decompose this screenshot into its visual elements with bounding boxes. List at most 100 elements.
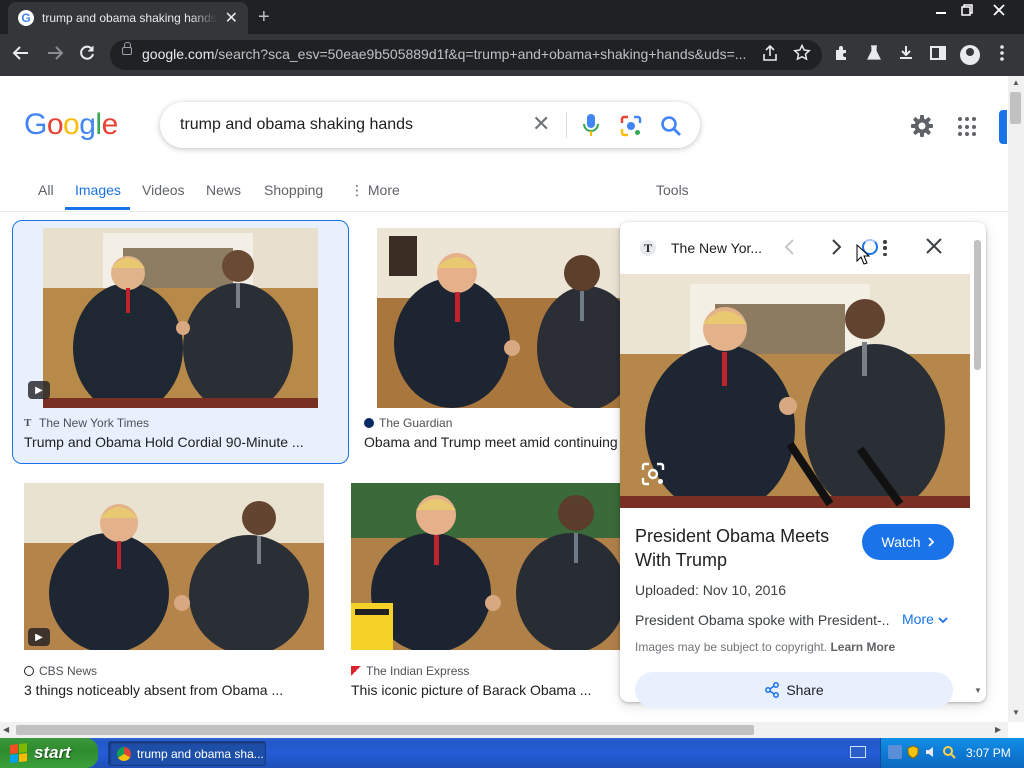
reload-button[interactable] [78,44,96,66]
result-source[interactable]: T The New York Times [24,416,149,430]
watch-button[interactable]: Watch [862,524,954,560]
download-icon[interactable] [896,44,916,67]
result-title[interactable]: Obama and Trump meet amid continuing [364,434,620,450]
network-icon[interactable] [888,745,902,759]
tray-search-icon[interactable] [942,745,956,759]
side-panel-icon[interactable] [928,44,948,67]
google-apps-icon[interactable] [958,117,978,137]
lens-search-image-icon[interactable] [640,461,666,487]
preview-source-name[interactable]: The New Yor... [671,240,762,256]
scroll-up-icon[interactable]: ▲ [1012,78,1020,87]
new-tab-button[interactable]: + [258,7,270,27]
logo-letter: G [24,108,47,141]
chevron-left-icon [784,239,794,255]
tab-all[interactable]: All [38,182,54,198]
result-source[interactable]: The Guardian [364,416,452,430]
chrome-icon [117,746,131,761]
upload-date: Uploaded: Nov 10, 2016 [635,582,786,598]
search-input[interactable]: trump and obama shaking hands [180,116,413,134]
keyboard-icon[interactable] [850,746,866,758]
clear-search-icon[interactable]: ✕ [532,113,550,135]
reload-icon [80,45,94,60]
result-source[interactable]: CBS News [24,664,97,678]
back-arrow-icon [12,46,28,60]
browser-menu-icon[interactable] [992,44,1012,67]
bookmark-star-icon[interactable] [792,43,812,67]
search-divider [566,112,567,138]
tab-more[interactable]: ⋮ More [350,182,400,199]
settings-gear-icon[interactable] [910,114,934,138]
microphone-icon[interactable] [582,113,600,137]
close-preview-button[interactable] [924,234,944,262]
nyt-favicon-icon: T [24,417,32,429]
restore-button[interactable] [952,0,982,20]
nyt-favicon-icon: T [640,240,656,256]
tab-shopping[interactable]: Shopping [264,182,323,198]
browser-tab[interactable]: G trump and obama shaking hands - Google… [8,2,248,34]
result-image-thumbnail[interactable] [377,228,620,408]
taskbar-window-title: trump and obama sha... [137,746,264,761]
start-label: start [34,743,71,762]
security-shield-icon[interactable] [906,745,920,759]
more-label: More [902,611,934,627]
panel-scroll-down-icon[interactable]: ▼ [974,686,982,695]
start-button[interactable]: start [0,738,98,768]
page-horizontal-scrollbar-thumb[interactable] [16,725,754,735]
sign-in-edge[interactable] [999,110,1007,144]
result-source-name: The New York Times [39,416,150,430]
page-vertical-scrollbar-thumb[interactable] [1010,92,1021,124]
logo-letter: g [79,108,96,141]
close-icon [926,238,942,254]
tab-news[interactable]: News [206,182,241,198]
result-image-thumbnail[interactable] [43,228,318,408]
taskbar-chrome-window-button[interactable]: trump and obama sha... [108,741,266,766]
more-options-icon[interactable] [882,240,888,256]
result-title[interactable]: This iconic picture of Barack Obama ... [351,682,620,698]
profile-avatar[interactable] [960,45,980,65]
logo-letter: o [63,108,80,141]
labs-flask-icon[interactable] [864,44,884,67]
result-source-name: CBS News [39,664,98,678]
tab-videos[interactable]: Videos [142,182,185,198]
close-window-button[interactable] [984,0,1014,20]
cbs-favicon-icon [24,666,34,676]
result-image-thumbnail[interactable] [24,483,324,650]
tab-images[interactable]: Images [75,182,121,198]
volume-icon[interactable] [924,745,938,759]
extensions-icon[interactable] [832,44,852,67]
video-play-icon: ▶ [28,381,50,399]
result-source-name: The Indian Express [366,664,470,678]
google-logo[interactable]: Google [24,108,118,142]
google-lens-icon[interactable] [620,115,642,137]
share-page-icon[interactable] [760,44,780,67]
back-button[interactable] [12,44,30,66]
lock-icon[interactable] [122,42,132,55]
scroll-right-icon[interactable]: ▶ [995,725,1001,734]
result-title[interactable]: 3 things noticeably absent from Obama ..… [24,682,324,698]
share-button[interactable]: Share [635,672,953,708]
tools-button[interactable]: Tools [656,182,689,198]
copyright-text: Images may be subject to copyright. [635,640,828,654]
preview-image[interactable] [620,274,970,508]
previous-image-button[interactable] [782,236,796,264]
search-icon[interactable] [660,115,682,137]
preview-title[interactable]: President Obama Meets With Trump [635,524,855,572]
result-source[interactable]: The Indian Express [351,664,469,678]
result-title[interactable]: Trump and Obama Hold Cordial 90-Minute .… [24,434,342,450]
scroll-left-icon[interactable]: ◀ [3,725,9,734]
forward-button[interactable] [46,44,64,66]
chevron-right-icon [927,537,934,547]
learn-more-link[interactable]: Learn More [830,640,895,654]
preview-description: President Obama spoke with President-... [635,612,890,628]
panel-scrollbar-thumb[interactable] [974,240,981,370]
scroll-down-icon[interactable]: ▼ [1012,708,1020,717]
result-image-thumbnail[interactable] [351,483,620,650]
taskbar-clock: 3:07 PM [966,746,1011,760]
more-description-button[interactable]: More [902,611,948,627]
logo-letter: e [101,108,119,141]
url-text[interactable]: google.com/search?sca_esv=50eae9b505889d… [142,46,754,62]
tab-close-icon[interactable]: ✕ [225,8,238,28]
next-image-button[interactable] [830,236,844,264]
page-vertical-scrollbar[interactable] [1008,76,1024,722]
restore-icon [961,4,973,16]
